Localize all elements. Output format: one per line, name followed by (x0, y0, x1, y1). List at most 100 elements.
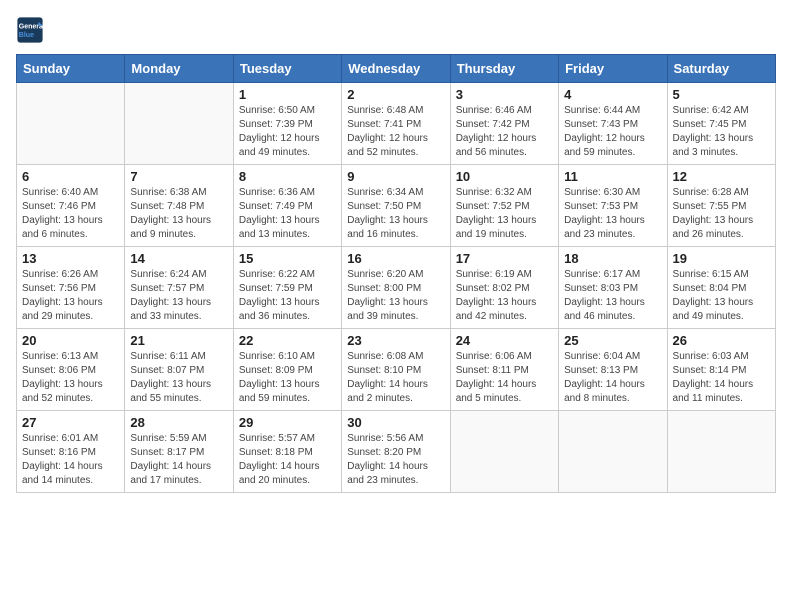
day-number: 13 (22, 251, 119, 266)
calendar-cell (450, 411, 558, 493)
day-number: 18 (564, 251, 661, 266)
day-number: 7 (130, 169, 227, 184)
day-number: 22 (239, 333, 336, 348)
day-header-friday: Friday (559, 55, 667, 83)
calendar-cell: 6Sunrise: 6:40 AM Sunset: 7:46 PM Daylig… (17, 165, 125, 247)
day-number: 24 (456, 333, 553, 348)
week-row-3: 20 Sunrise: 6:13 AM Sunset: 8:06 PM Dayli… (17, 329, 776, 411)
day-number: 20 (22, 333, 119, 348)
day-number: 2 (347, 87, 444, 102)
calendar-cell: 22 Sunrise: 6:10 AM Sunset: 8:09 PM Dayli… (233, 329, 341, 411)
day-info: Sunrise: 6:17 AM Sunset: 8:03 PM Dayligh… (564, 268, 661, 324)
day-header-monday: Monday (125, 55, 233, 83)
day-info: Sunrise: 6:22 AM Sunset: 7:59 PM Dayligh… (239, 268, 336, 324)
day-info: Sunrise: 6:30 AM Sunset: 7:53 PM Dayligh… (564, 186, 661, 242)
calendar-cell: 21 Sunrise: 6:11 AM Sunset: 8:07 PM Dayli… (125, 329, 233, 411)
calendar-cell: 2 Sunrise: 6:48 AM Sunset: 7:41 PM Daylig… (342, 83, 450, 165)
calendar-body: 1Sunrise: 6:50 AM Sunset: 7:39 PM Daylig… (17, 83, 776, 493)
svg-text:Blue: Blue (19, 32, 34, 39)
week-row-0: 1Sunrise: 6:50 AM Sunset: 7:39 PM Daylig… (17, 83, 776, 165)
day-header-row: SundayMondayTuesdayWednesdayThursdayFrid… (17, 55, 776, 83)
calendar-cell: 15 Sunrise: 6:22 AM Sunset: 7:59 PM Dayli… (233, 247, 341, 329)
day-number: 1 (239, 87, 336, 102)
calendar-cell: 23 Sunrise: 6:08 AM Sunset: 8:10 PM Dayli… (342, 329, 450, 411)
calendar-cell: 11 Sunrise: 6:30 AM Sunset: 7:53 PM Dayli… (559, 165, 667, 247)
day-number: 30 (347, 415, 444, 430)
calendar-cell: 17 Sunrise: 6:19 AM Sunset: 8:02 PM Dayli… (450, 247, 558, 329)
day-header-sunday: Sunday (17, 55, 125, 83)
calendar-cell: 26 Sunrise: 6:03 AM Sunset: 8:14 PM Dayli… (667, 329, 775, 411)
day-number: 27 (22, 415, 119, 430)
calendar-cell: 12Sunrise: 6:28 AM Sunset: 7:55 PM Dayli… (667, 165, 775, 247)
day-number: 8 (239, 169, 336, 184)
day-header-saturday: Saturday (667, 55, 775, 83)
calendar-cell (125, 83, 233, 165)
day-number: 11 (564, 169, 661, 184)
day-number: 21 (130, 333, 227, 348)
day-info: Sunrise: 6:40 AM Sunset: 7:46 PM Dayligh… (22, 186, 119, 242)
day-info: Sunrise: 6:20 AM Sunset: 8:00 PM Dayligh… (347, 268, 444, 324)
day-number: 26 (673, 333, 770, 348)
calendar-cell: 13 Sunrise: 6:26 AM Sunset: 7:56 PM Dayli… (17, 247, 125, 329)
calendar-cell: 24Sunrise: 6:06 AM Sunset: 8:11 PM Dayli… (450, 329, 558, 411)
calendar-cell: 30 Sunrise: 5:56 AM Sunset: 8:20 PM Dayli… (342, 411, 450, 493)
day-number: 4 (564, 87, 661, 102)
page-header: General Blue (16, 16, 776, 44)
day-info: Sunrise: 6:42 AM Sunset: 7:45 PM Dayligh… (673, 104, 770, 160)
week-row-1: 6Sunrise: 6:40 AM Sunset: 7:46 PM Daylig… (17, 165, 776, 247)
calendar-cell: 28 Sunrise: 5:59 AM Sunset: 8:17 PM Dayli… (125, 411, 233, 493)
calendar-cell: 4 Sunrise: 6:44 AM Sunset: 7:43 PM Daylig… (559, 83, 667, 165)
day-number: 23 (347, 333, 444, 348)
day-info: Sunrise: 6:26 AM Sunset: 7:56 PM Dayligh… (22, 268, 119, 324)
day-info: Sunrise: 6:24 AM Sunset: 7:57 PM Dayligh… (130, 268, 227, 324)
calendar-cell: 20 Sunrise: 6:13 AM Sunset: 8:06 PM Dayli… (17, 329, 125, 411)
day-header-wednesday: Wednesday (342, 55, 450, 83)
day-info: Sunrise: 6:48 AM Sunset: 7:41 PM Dayligh… (347, 104, 444, 160)
calendar-cell: 14Sunrise: 6:24 AM Sunset: 7:57 PM Dayli… (125, 247, 233, 329)
day-info: Sunrise: 6:10 AM Sunset: 8:09 PM Dayligh… (239, 350, 336, 406)
day-info: Sunrise: 6:13 AM Sunset: 8:06 PM Dayligh… (22, 350, 119, 406)
day-number: 29 (239, 415, 336, 430)
calendar-cell (559, 411, 667, 493)
day-header-tuesday: Tuesday (233, 55, 341, 83)
day-number: 17 (456, 251, 553, 266)
day-info: Sunrise: 6:36 AM Sunset: 7:49 PM Dayligh… (239, 186, 336, 242)
day-info: Sunrise: 5:59 AM Sunset: 8:17 PM Dayligh… (130, 432, 227, 488)
logo: General Blue (16, 16, 46, 44)
day-info: Sunrise: 6:38 AM Sunset: 7:48 PM Dayligh… (130, 186, 227, 242)
calendar-table: SundayMondayTuesdayWednesdayThursdayFrid… (16, 54, 776, 493)
calendar-cell: 9Sunrise: 6:34 AM Sunset: 7:50 PM Daylig… (342, 165, 450, 247)
calendar-cell: 29Sunrise: 5:57 AM Sunset: 8:18 PM Dayli… (233, 411, 341, 493)
day-number: 3 (456, 87, 553, 102)
calendar-cell: 10Sunrise: 6:32 AM Sunset: 7:52 PM Dayli… (450, 165, 558, 247)
calendar-cell: 18 Sunrise: 6:17 AM Sunset: 8:03 PM Dayli… (559, 247, 667, 329)
day-info: Sunrise: 6:34 AM Sunset: 7:50 PM Dayligh… (347, 186, 444, 242)
calendar-cell: 27Sunrise: 6:01 AM Sunset: 8:16 PM Dayli… (17, 411, 125, 493)
day-info: Sunrise: 6:08 AM Sunset: 8:10 PM Dayligh… (347, 350, 444, 406)
calendar-cell: 3Sunrise: 6:46 AM Sunset: 7:42 PM Daylig… (450, 83, 558, 165)
day-info: Sunrise: 5:56 AM Sunset: 8:20 PM Dayligh… (347, 432, 444, 488)
calendar-cell: 25Sunrise: 6:04 AM Sunset: 8:13 PM Dayli… (559, 329, 667, 411)
day-number: 19 (673, 251, 770, 266)
day-number: 25 (564, 333, 661, 348)
day-number: 5 (673, 87, 770, 102)
day-number: 12 (673, 169, 770, 184)
calendar-cell: 19Sunrise: 6:15 AM Sunset: 8:04 PM Dayli… (667, 247, 775, 329)
logo-icon: General Blue (16, 16, 44, 44)
calendar-cell: 5 Sunrise: 6:42 AM Sunset: 7:45 PM Daylig… (667, 83, 775, 165)
day-info: Sunrise: 6:03 AM Sunset: 8:14 PM Dayligh… (673, 350, 770, 406)
day-info: Sunrise: 6:11 AM Sunset: 8:07 PM Dayligh… (130, 350, 227, 406)
day-number: 15 (239, 251, 336, 266)
day-number: 16 (347, 251, 444, 266)
day-header-thursday: Thursday (450, 55, 558, 83)
calendar-header: SundayMondayTuesdayWednesdayThursdayFrid… (17, 55, 776, 83)
day-number: 28 (130, 415, 227, 430)
week-row-4: 27Sunrise: 6:01 AM Sunset: 8:16 PM Dayli… (17, 411, 776, 493)
day-info: Sunrise: 6:44 AM Sunset: 7:43 PM Dayligh… (564, 104, 661, 160)
calendar-cell: 1Sunrise: 6:50 AM Sunset: 7:39 PM Daylig… (233, 83, 341, 165)
day-info: Sunrise: 6:19 AM Sunset: 8:02 PM Dayligh… (456, 268, 553, 324)
calendar-cell: 8 Sunrise: 6:36 AM Sunset: 7:49 PM Daylig… (233, 165, 341, 247)
day-number: 10 (456, 169, 553, 184)
calendar-cell: 16 Sunrise: 6:20 AM Sunset: 8:00 PM Dayli… (342, 247, 450, 329)
calendar-cell (667, 411, 775, 493)
